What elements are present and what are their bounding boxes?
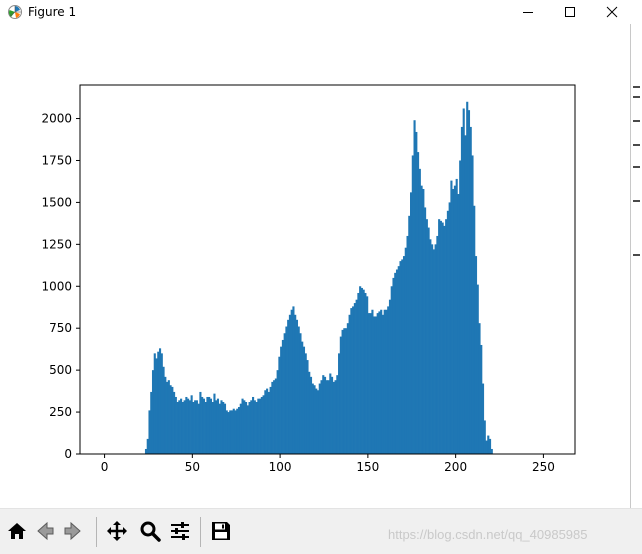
- forward-arrow-icon: [64, 521, 81, 541]
- y-tick-label: 250: [49, 405, 72, 419]
- y-tick-label: 2000: [41, 112, 72, 126]
- x-tick-label: 150: [356, 460, 379, 474]
- edge-mark: [633, 166, 640, 168]
- y-tick-label: 0: [64, 447, 72, 461]
- y-tick-label: 750: [49, 321, 72, 335]
- save-button[interactable]: [208, 518, 234, 544]
- x-tick-label: 250: [532, 460, 555, 474]
- maximize-button[interactable]: [547, 0, 593, 24]
- x-tick-label: 50: [185, 460, 200, 474]
- figure-canvas[interactable]: 0 50 100 150 200 250 0 250 500 750 1000 1250 1500 175…: [0, 24, 630, 508]
- edge-mark: [633, 144, 640, 146]
- edge-mark: [633, 96, 640, 98]
- back-button[interactable]: [32, 518, 58, 544]
- floppy-disk-icon: [212, 522, 230, 540]
- background-window-edge: [630, 24, 642, 544]
- back-arrow-icon: [37, 521, 54, 541]
- minimize-button[interactable]: [505, 0, 551, 24]
- forward-button[interactable]: [60, 518, 86, 544]
- maximize-icon: [565, 7, 575, 17]
- close-button[interactable]: [589, 0, 635, 24]
- window-title-bar[interactable]: Figure 1: [0, 0, 642, 24]
- histogram-plot: 0 50 100 150 200 250 0 250 500 750 1000 1250 1500 175…: [41, 84, 576, 474]
- x-tick-label: 100: [269, 460, 292, 474]
- pan-arrows-icon: [107, 521, 127, 541]
- toolbar-separator: [200, 517, 201, 547]
- y-tick-label: 500: [49, 363, 72, 377]
- home-button[interactable]: [4, 518, 30, 544]
- x-tick-label: 200: [444, 460, 467, 474]
- matplotlib-logo-icon: [8, 5, 22, 19]
- edge-mark: [633, 200, 640, 202]
- edge-mark: [633, 120, 640, 122]
- minimize-icon: [523, 12, 533, 13]
- y-tick-label: 1750: [41, 153, 72, 167]
- home-icon: [8, 523, 26, 539]
- watermark-text: https://blog.csdn.net/qq_40985985: [388, 527, 588, 542]
- toolbar-separator: [96, 517, 97, 547]
- histogram-bar: [490, 448, 493, 454]
- zoom-button[interactable]: [137, 518, 163, 544]
- window-title: Figure 1: [28, 5, 77, 19]
- sliders-icon: [171, 522, 189, 540]
- pan-button[interactable]: [104, 518, 130, 544]
- y-tick-label: 1250: [41, 237, 72, 251]
- y-tick-label: 1500: [41, 195, 72, 209]
- edge-mark: [633, 254, 640, 256]
- zoom-magnifier-icon: [140, 521, 161, 542]
- x-tick-label: 0: [101, 460, 109, 474]
- configure-subplots-button[interactable]: [167, 518, 193, 544]
- close-icon: [606, 6, 618, 18]
- y-tick-label: 1000: [41, 279, 72, 293]
- edge-mark: [633, 86, 640, 88]
